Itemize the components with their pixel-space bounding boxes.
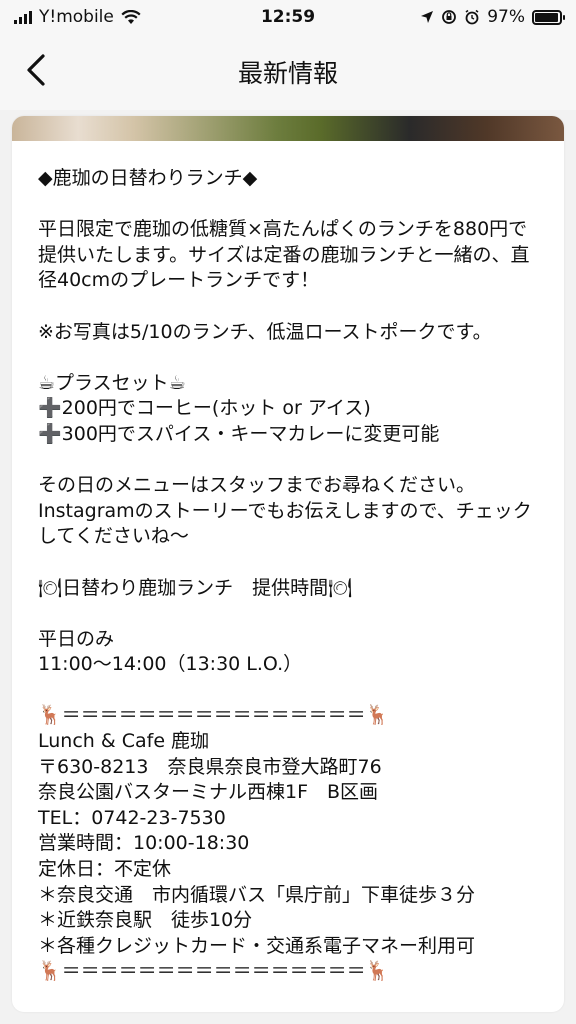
post-line: ◆鹿珈の日替わりランチ◆ <box>38 167 258 189</box>
post-line: 🦌＝＝＝＝＝＝＝＝＝＝＝＝＝＝＝＝🦌 <box>38 704 390 727</box>
post-line: 奈良公園バスターミナル西棟1F B区画 <box>38 781 379 804</box>
post-line: ➕300円でスパイス・キーマカレーに変更可能 <box>38 422 440 445</box>
navigation-bar: 最新情報 <box>0 34 576 110</box>
post-line: ＊奈良交通 市内循環バス「県庁前」下車徒歩３分 <box>38 883 476 906</box>
wifi-icon <box>121 9 141 24</box>
post-line: 営業時間：10:00-18:30 <box>38 832 250 855</box>
post-line <box>38 448 540 474</box>
post-line: 平日限定で鹿珈の低糖質×高たんぱくのランチを880円で提供いたします。サイズは定… <box>38 218 530 292</box>
post-line: 🦌＝＝＝＝＝＝＝＝＝＝＝＝＝＝＝＝🦌 <box>38 960 390 983</box>
post-line: ＊近鉄奈良駅 徒歩10分 <box>38 909 253 932</box>
status-bar: Y!mobile 12:59 97% <box>0 0 576 34</box>
post-line: ☕プラスセット☕ <box>38 371 186 394</box>
post-line <box>38 678 540 704</box>
battery-level-fill <box>535 12 559 22</box>
post-line <box>38 294 540 320</box>
post-line: 11:00〜14:00（13:30 L.O.） <box>38 653 303 676</box>
cellular-signal-icon <box>14 10 32 24</box>
post-line: ➕200円でコーヒー(ホット or アイス) <box>38 397 371 420</box>
alarm-clock-icon <box>465 9 479 25</box>
status-left: Y!mobile <box>14 7 141 27</box>
battery-percentage: 97% <box>487 7 525 27</box>
post-line <box>38 192 540 218</box>
post-line: TEL：0742-23-7530 <box>38 806 226 829</box>
post-line: 🍽日替わり鹿珈ランチ 提供時間🍽 <box>38 576 353 599</box>
carrier-name: Y!mobile <box>39 7 114 27</box>
post-line: ＊各種クレジットカード・交通系電子マネー利用可 <box>38 934 476 957</box>
battery-icon <box>532 9 565 25</box>
post-body: ◆鹿珈の日替わりランチ◆ 平日限定で鹿珈の低糖質×高たんぱくのランチを880円で… <box>12 141 564 985</box>
orientation-lock-icon <box>442 10 457 24</box>
post-line: Lunch & Cafe 鹿珈 <box>38 730 210 753</box>
post-line <box>38 345 540 371</box>
post-line: 平日のみ <box>38 627 115 650</box>
post-line: ※お写真は5/10のランチ、低温ローストポークです。 <box>38 320 492 343</box>
page-title: 最新情報 <box>237 59 338 88</box>
location-arrow-icon <box>421 11 434 23</box>
chevron-left-icon <box>27 54 45 86</box>
post-line <box>38 601 540 627</box>
post-line: 〒630-8213 奈良県奈良市登大路町76 <box>38 755 382 778</box>
news-post-card: ◆鹿珈の日替わりランチ◆ 平日限定で鹿珈の低糖質×高たんぱくのランチを880円で… <box>12 116 564 1012</box>
status-right: 97% <box>420 7 565 27</box>
post-line: その日のメニューはスタッフまでお尋ねください。Instagramのストーリーでも… <box>38 474 532 548</box>
back-button[interactable] <box>14 48 58 92</box>
lunch-photo <box>12 116 564 141</box>
post-line: 定休日：不定休 <box>38 858 172 881</box>
post-line <box>38 550 540 576</box>
